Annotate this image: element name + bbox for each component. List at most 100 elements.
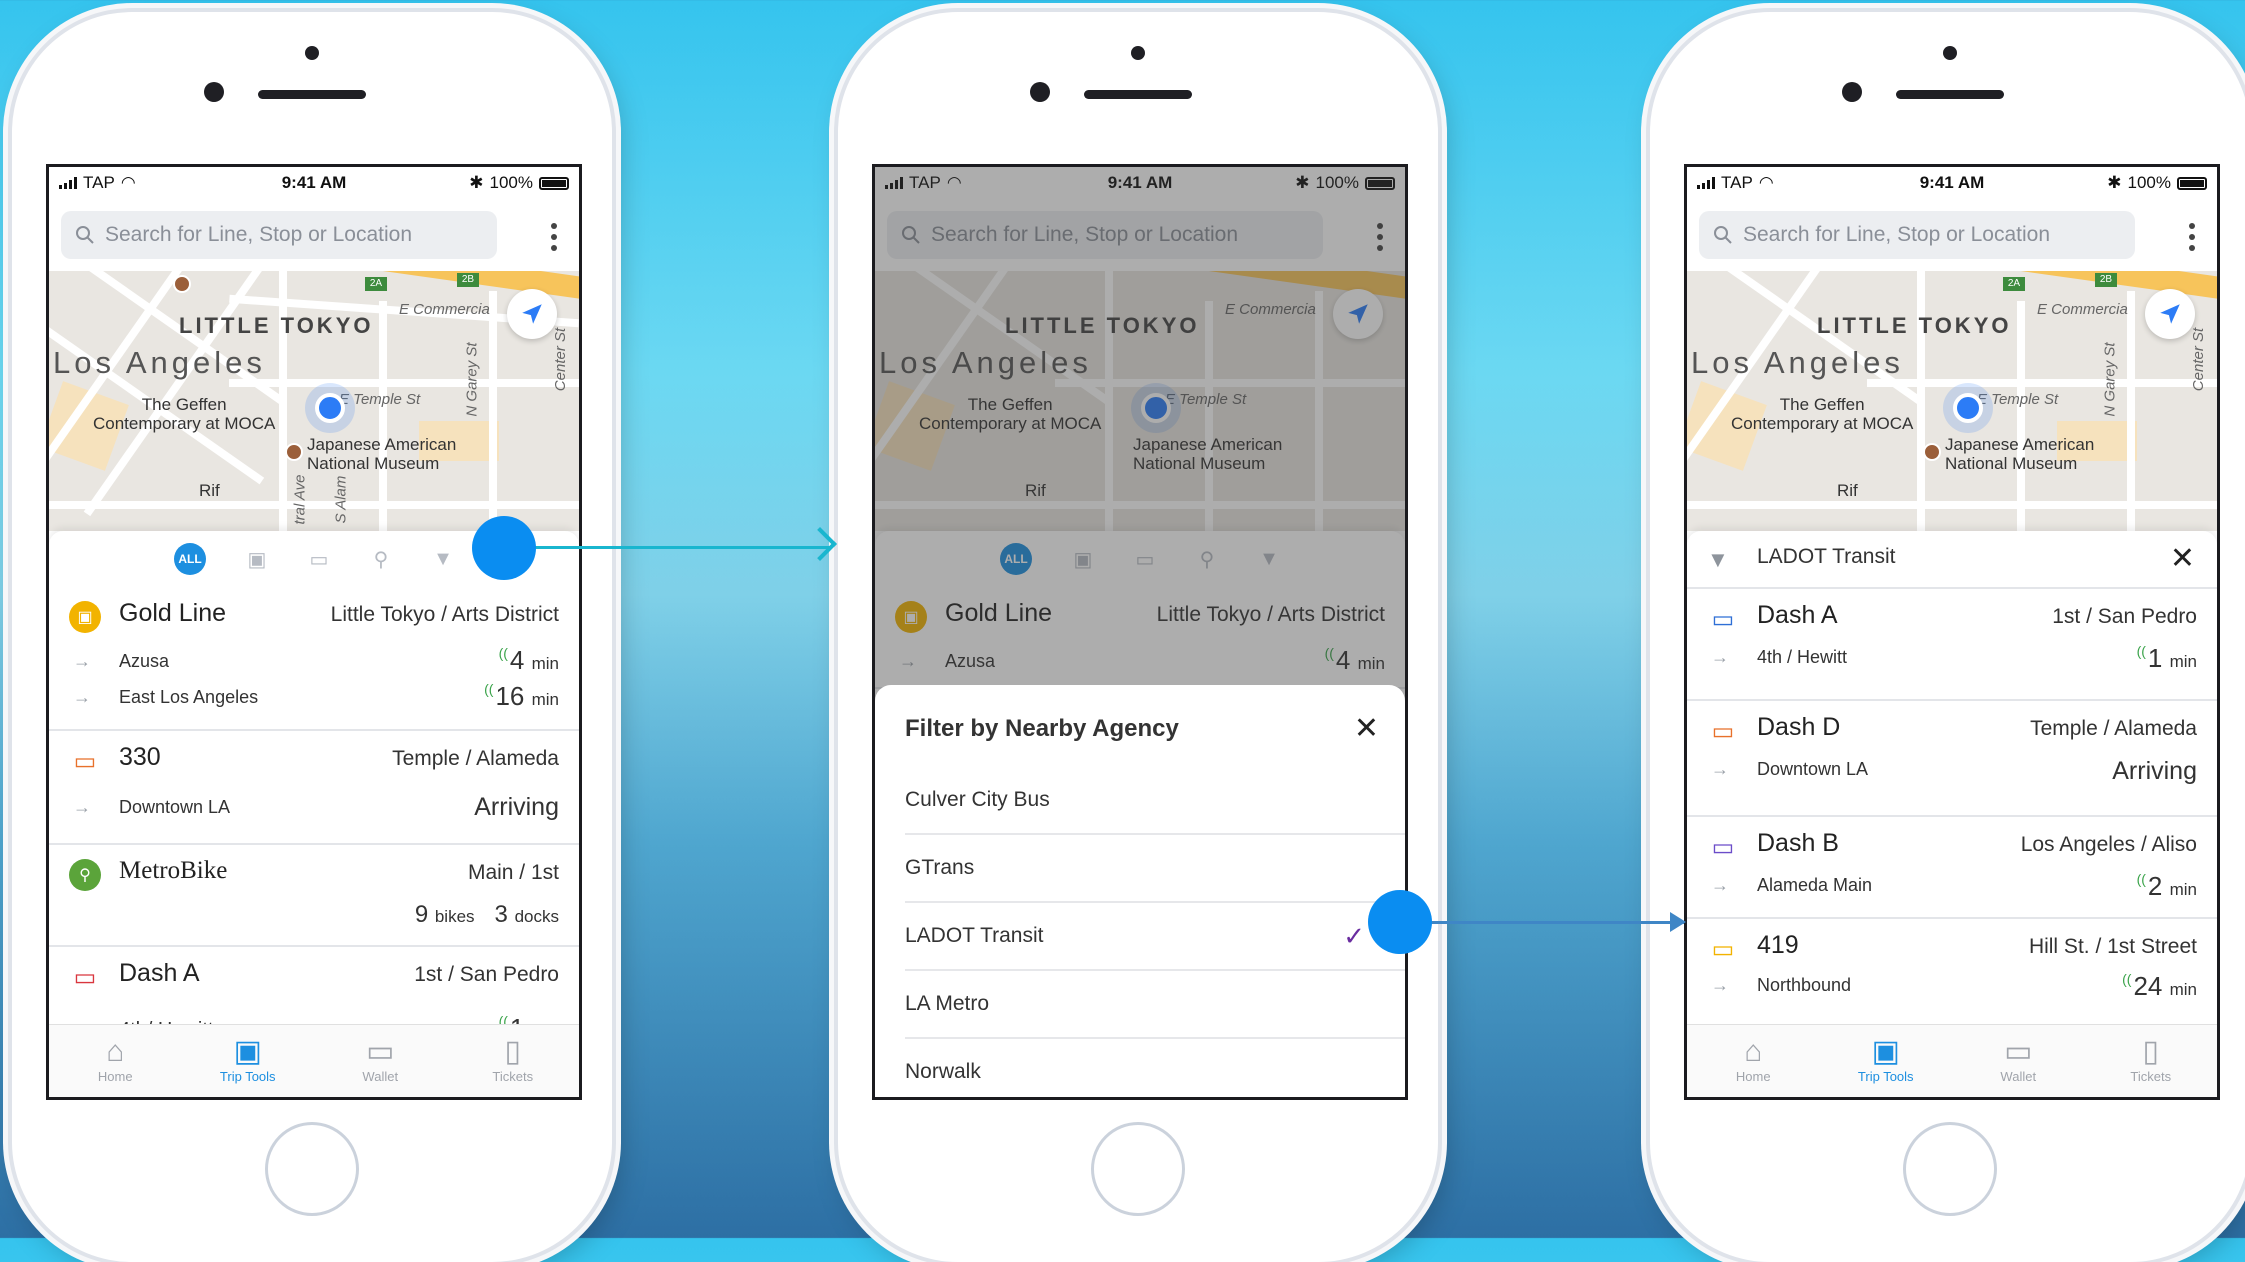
poi-label: National Museum [1945,454,2078,473]
eta-unit: min [531,690,559,709]
tab-trip-tools[interactable]: ▣ Trip Tools [182,1025,315,1097]
arrow-icon: → [1711,759,1729,779]
more-icon[interactable] [551,223,557,251]
search-icon [1714,226,1732,244]
bike-icon[interactable]: ⚲ [370,548,392,571]
tab-home[interactable]: ⌂ Home [49,1025,182,1097]
battery-icon [539,176,569,190]
search-input[interactable]: Search for Line, Stop or Location [61,211,497,259]
screen-nearby-all: TAP ◠ 9:41 AM ✱ 100% Search for Line, Stop… [46,164,582,1100]
agency-option[interactable]: LA Metro [905,971,1405,1039]
agency-label: LA Metro [905,992,990,1015]
more-icon[interactable] [2189,223,2195,251]
tab-label: Home [1735,1069,1771,1084]
list-item[interactable]: ▭ 419 Hill St. / 1st Street → Northbound… [1687,919,2217,1019]
destination: Alameda Main [1757,875,1873,895]
agency-option[interactable]: Norwalk [905,1039,1405,1097]
agency-option[interactable]: GTrans [905,835,1405,903]
list-item[interactable]: ▭ Dash A 1st / San Pedro → 4th / Hewitt … [1687,589,2217,701]
battery-percent: 100% [489,173,533,192]
search-input[interactable]: Search for Line, Stop or Location [1699,211,2135,259]
filter-icon[interactable]: ▼ [432,548,454,570]
battery-icon [2177,176,2207,190]
route-name: Dash A [119,959,200,987]
eta-unit: min [2169,652,2197,671]
bus-icon: ▭ [1711,605,1735,633]
status-bar: TAP ◠ 9:41 AM ✱ 100% [1687,167,2217,197]
list-item[interactable]: ▣ Gold Line Little Tokyo / Arts District… [49,587,579,731]
list-item[interactable]: ⚲ MetroBike Main / 1st 9 bikes 3 docks [49,845,579,947]
street-label: E Temple St [339,391,421,408]
bluetooth-icon: ✱ [2107,173,2122,192]
locate-icon [522,304,542,324]
agency-label: Norwalk [905,1060,981,1083]
stop-name: Temple / Alameda [392,747,559,770]
agency-filter-sheet: Filter by Nearby Agency ✕ Culver City Bu… [875,685,1405,1097]
tab-trip-tools[interactable]: ▣ Trip Tools [1820,1025,1953,1097]
realtime-icon: (( [2136,871,2146,887]
map[interactable]: 2A 2B E Commercia E Temple St N Garey St… [49,271,579,531]
street-label: E Temple St [1977,391,2059,408]
poi-label: Rif [199,481,220,500]
tab-wallet[interactable]: ▭ Wallet [314,1025,447,1097]
search-placeholder: Search for Line, Stop or Location [105,223,413,246]
arrival-status: Arriving [474,793,559,821]
street-label: N Garey St [2101,342,2119,417]
tab-bar: ⌂ Home ▣ Trip Tools ▭ Wallet ▯ Tickets [1687,1024,2217,1097]
docks-count: 3 [494,901,508,928]
close-icon[interactable]: ✕ [2170,541,2195,576]
phone-2: TAP ◠ 9:41 AM ✱ 100% Search for Line, Stop… [838,12,1438,1262]
tab-label: Trip Tools [1857,1069,1914,1084]
stop-name: 1st / San Pedro [414,963,559,986]
tab-tickets[interactable]: ▯ Tickets [2085,1025,2218,1097]
list-item[interactable]: ▭ 330 Temple / Alameda → Downtown LA Arr… [49,731,579,845]
locate-button[interactable] [2145,289,2195,339]
street-label: tral Ave [291,474,309,525]
tab-wallet[interactable]: ▭ Wallet [1952,1025,2085,1097]
list-item[interactable]: ▭ Dash D Temple / Alameda → Downtown LA … [1687,701,2217,817]
list-item[interactable]: ▭ Dash B Los Angeles / Aliso → Alameda M… [1687,817,2217,919]
close-icon[interactable]: ✕ [1354,711,1379,746]
tickets-icon: ▯ [2142,1035,2159,1068]
phone-sensor [1943,46,1957,60]
eta-value: 2 [2147,871,2163,901]
sheet-title: Filter by Nearby Agency [905,715,1179,742]
bus-icon[interactable]: ▭ [308,548,330,571]
agency-option-selected[interactable]: LADOT Transit ✓ [905,903,1405,971]
museum-pin-icon[interactable] [173,275,191,293]
map-district-label: LITTLE TOKYO [179,313,374,338]
street-label: Center St [2190,327,2208,392]
tab-label: Wallet [362,1069,399,1084]
home-icon: ⌂ [1744,1035,1763,1068]
screen-ladot-filtered: TAP ◠ 9:41 AM ✱ 100% Search for Line, Stop… [1684,164,2220,1100]
map[interactable]: 2A 2B LITTLE TOKYO Los Angeles The Geffe… [1687,271,2217,531]
status-bar: TAP ◠ 9:41 AM ✱ 100% [49,167,579,197]
route-name: Dash A [1757,601,1838,629]
tab-label: Wallet [2000,1069,2037,1084]
bikes-unit: bikes [434,907,475,926]
nearby-list: ▣ Gold Line Little Tokyo / Arts District… [49,587,579,1057]
search-placeholder: Search for Line, Stop or Location [1743,223,2051,246]
rail-icon[interactable]: ▣ [246,548,268,571]
tab-all[interactable]: ALL [174,543,206,575]
wallet-icon: ▭ [2004,1035,2033,1068]
museum-pin-icon[interactable] [285,443,303,461]
bus-icon: ▭ [1711,833,1735,861]
route-name: Dash D [1757,713,1841,741]
home-button[interactable] [265,1122,359,1216]
agency-option[interactable]: Culver City Bus [905,767,1405,835]
locate-button[interactable] [507,289,557,339]
realtime-icon: (( [2122,971,2132,987]
tab-home[interactable]: ⌂ Home [1687,1025,1820,1097]
home-button[interactable] [1091,1122,1185,1216]
tab-tickets[interactable]: ▯ Tickets [447,1025,580,1097]
stop-name: 1st / San Pedro [2052,605,2197,628]
screen-agency-filter: TAP ◠ 9:41 AM ✱ 100% Search for Line, Stop… [872,164,1408,1100]
tap-indicator [472,516,536,580]
home-button[interactable] [1903,1122,1997,1216]
arrow-icon: → [73,651,91,671]
museum-pin-icon[interactable] [1923,443,1941,461]
arrow-icon: → [1711,875,1729,895]
route-name: MetroBike [119,857,228,884]
bus-icon: ▭ [73,963,97,991]
